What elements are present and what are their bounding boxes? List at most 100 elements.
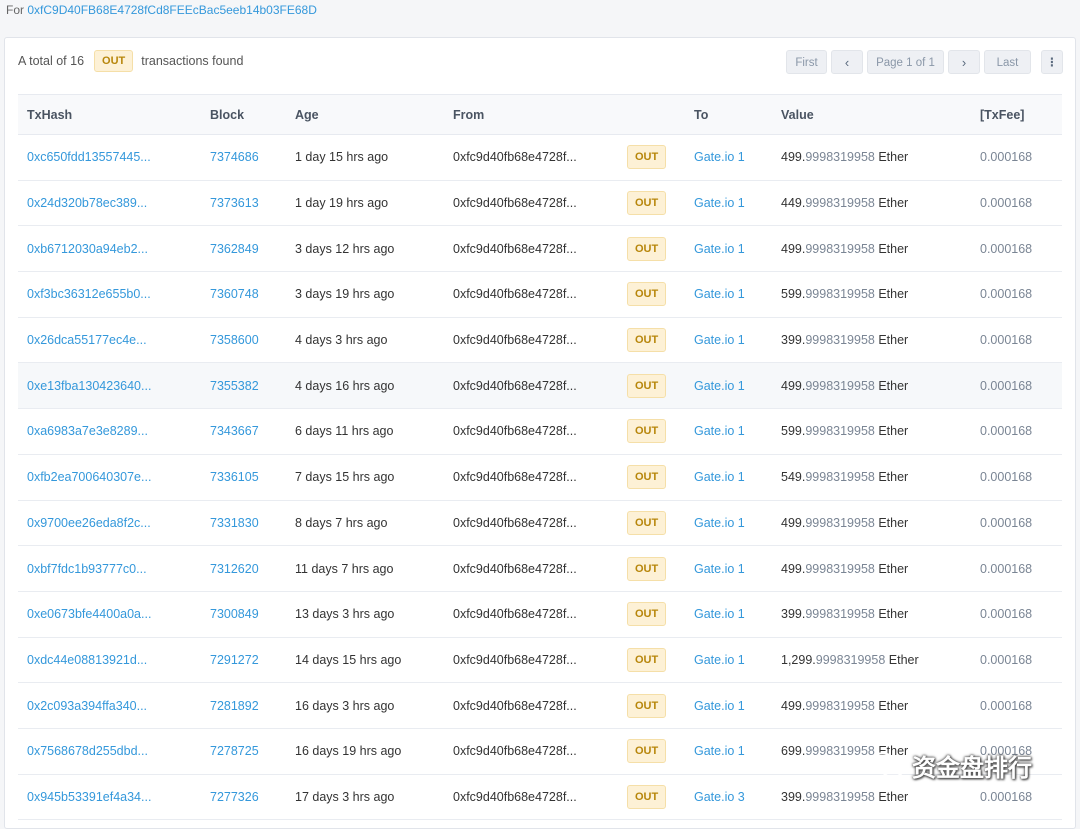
table-row: 0xdc44e08813921d... 7291272 14 days 15 hrs… — [18, 637, 1062, 684]
value-unit: Ether — [874, 196, 909, 211]
to-address-link[interactable]: Gate.io 1 — [694, 333, 745, 347]
first-page-button[interactable]: First — [786, 50, 827, 74]
txhash-link[interactable]: 0x24d320b78ec389... — [27, 196, 147, 210]
kebab-menu-icon: ⋮ — [1046, 57, 1058, 69]
value-integer: 449. — [781, 196, 806, 211]
value-unit: Ether — [874, 470, 909, 485]
block-link[interactable]: 7355382 — [210, 379, 259, 393]
to-address-link[interactable]: Gate.io 1 — [694, 699, 745, 713]
to-address-link[interactable]: Gate.io 1 — [694, 516, 745, 530]
txhash-link[interactable]: 0xbf7fdc1b93777c0... — [27, 562, 147, 576]
block-link[interactable]: 7362849 — [210, 242, 259, 256]
watermark-text: 资金盘排行 — [912, 755, 1032, 782]
from-address: 0xfc9d40fb68e4728f... — [453, 333, 577, 348]
to-address-link[interactable]: Gate.io 1 — [694, 379, 745, 393]
value-integer: 399. — [781, 789, 806, 804]
address-link[interactable]: 0xfC9D40FB68E4728fCd8FEEcBac5eeb14b03FE6… — [27, 3, 317, 17]
table-row: 0x2c093a394ffa340... 7281892 16 days 3 hrs… — [18, 682, 1062, 729]
txhash-link[interactable]: 0xfb2ea700640307e... — [27, 470, 151, 484]
txhash-link[interactable]: 0xb6712030a94eb2... — [27, 242, 148, 256]
from-address: 0xfc9d40fb68e4728f... — [453, 561, 577, 576]
to-address-link[interactable]: Gate.io 1 — [694, 607, 745, 621]
from-address: 0xfc9d40fb68e4728f... — [453, 652, 577, 667]
value-decimals: 9998319958 — [805, 287, 875, 302]
from-address: 0xfc9d40fb68e4728f... — [453, 424, 577, 439]
prev-page-button[interactable]: ‹ — [831, 50, 863, 74]
block-link[interactable]: 7374686 — [210, 150, 259, 164]
txhash-link[interactable]: 0x945b53391ef4a34... — [27, 790, 151, 804]
next-page-button[interactable]: › — [948, 50, 980, 74]
table-row: 0xbf7fdc1b93777c0... 7312620 11 days 7 hrs… — [18, 545, 1062, 592]
value-integer: 699. — [781, 744, 806, 759]
age-cell: 4 days 3 hrs ago — [295, 333, 388, 348]
value-decimals: 9998319958 — [805, 333, 875, 348]
to-address-link[interactable]: Gate.io 1 — [694, 242, 745, 256]
age-cell: 16 days 19 hrs ago — [295, 744, 402, 759]
address-line: For 0xfC9D40FB68E4728fCd8FEEcBac5eeb14b0… — [6, 3, 317, 17]
txhash-link[interactable]: 0x26dca55177ec4e... — [27, 333, 147, 347]
value-decimals: 9998319958 — [805, 515, 875, 530]
out-badge: OUT — [627, 510, 667, 535]
from-address: 0xfc9d40fb68e4728f... — [453, 150, 577, 165]
block-link[interactable]: 7277326 — [210, 790, 259, 804]
value-decimals: 9998319958 — [805, 789, 875, 804]
value-unit: Ether — [874, 561, 909, 576]
age-cell: 1 day 15 hrs ago — [295, 150, 389, 165]
table-row: 0xe13fba130423640... 7355382 4 days 16 hrs… — [18, 362, 1062, 410]
txhash-link[interactable]: 0xf3bc36312e655b0... — [27, 287, 151, 301]
txhash-link[interactable]: 0xdc44e08813921d... — [27, 653, 147, 667]
table-row: 0x24d320b78ec389... 7373613 1 day 19 hrs a… — [18, 180, 1062, 227]
value-unit: Ether — [874, 241, 909, 256]
txhash-link[interactable]: 0xe13fba130423640... — [27, 379, 151, 393]
txhash-link[interactable]: 0xa6983a7e3e8289... — [27, 424, 148, 438]
block-link[interactable]: 7336105 — [210, 470, 259, 484]
from-address: 0xfc9d40fb68e4728f... — [453, 744, 577, 759]
block-link[interactable]: 7360748 — [210, 287, 259, 301]
block-link[interactable]: 7278725 — [210, 744, 259, 758]
transactions-card: A total of 16 OUT transactions found Fir… — [4, 37, 1076, 829]
txhash-link[interactable]: 0x9700ee26eda8f2c... — [27, 516, 151, 530]
to-address-link[interactable]: Gate.io 1 — [694, 562, 745, 576]
to-address-link[interactable]: Gate.io 1 — [694, 196, 745, 210]
value-integer: 399. — [781, 333, 806, 348]
more-options-button[interactable]: ⋮ — [1041, 50, 1063, 74]
to-address-link[interactable]: Gate.io 1 — [694, 744, 745, 758]
value-cell: 499.9998319958 Ether — [781, 562, 908, 576]
txfee-cell: 0.000168 — [980, 150, 1033, 165]
txhash-link[interactable]: 0x2c093a394ffa340... — [27, 699, 147, 713]
out-badge: OUT — [627, 328, 667, 353]
block-link[interactable]: 7343667 — [210, 424, 259, 438]
value-cell: 399.9998319958 Ether — [781, 607, 908, 621]
value-decimals: 9998319958 — [805, 424, 875, 439]
to-address-link[interactable]: Gate.io 3 — [694, 790, 745, 804]
value-cell: 599.9998319958 Ether — [781, 424, 908, 438]
to-address-link[interactable]: Gate.io 1 — [694, 287, 745, 301]
transactions-table-wrap: TxHash Block Age From To Value [TxFee] 0… — [18, 94, 1062, 821]
out-badge: OUT — [627, 373, 667, 398]
from-address: 0xfc9d40fb68e4728f... — [453, 789, 577, 804]
block-link[interactable]: 7312620 — [210, 562, 259, 576]
txhash-link[interactable]: 0x7568678d255dbd... — [27, 744, 148, 758]
out-badge: OUT — [627, 282, 667, 307]
to-address-link[interactable]: Gate.io 1 — [694, 424, 745, 438]
block-link[interactable]: 7373613 — [210, 196, 259, 210]
age-cell: 14 days 15 hrs ago — [295, 652, 402, 667]
block-link[interactable]: 7331830 — [210, 516, 259, 530]
block-link[interactable]: 7291272 — [210, 653, 259, 667]
value-integer: 499. — [781, 561, 806, 576]
value-unit: Ether — [874, 424, 909, 439]
to-address-link[interactable]: Gate.io 1 — [694, 150, 745, 164]
block-link[interactable]: 7300849 — [210, 607, 259, 621]
txfee-cell: 0.000168 — [980, 241, 1033, 256]
out-badge: OUT — [627, 647, 667, 672]
value-unit: Ether — [874, 150, 909, 165]
txfee-cell: 0.000168 — [980, 470, 1033, 485]
block-link[interactable]: 7281892 — [210, 699, 259, 713]
last-page-button[interactable]: Last — [984, 50, 1031, 74]
table-header-row: TxHash Block Age From To Value [TxFee] — [18, 94, 1062, 135]
to-address-link[interactable]: Gate.io 1 — [694, 470, 745, 484]
to-address-link[interactable]: Gate.io 1 — [694, 653, 745, 667]
block-link[interactable]: 7358600 — [210, 333, 259, 347]
txhash-link[interactable]: 0xc650fdd13557445... — [27, 150, 151, 164]
txhash-link[interactable]: 0xe0673bfe4400a0a... — [27, 607, 151, 621]
